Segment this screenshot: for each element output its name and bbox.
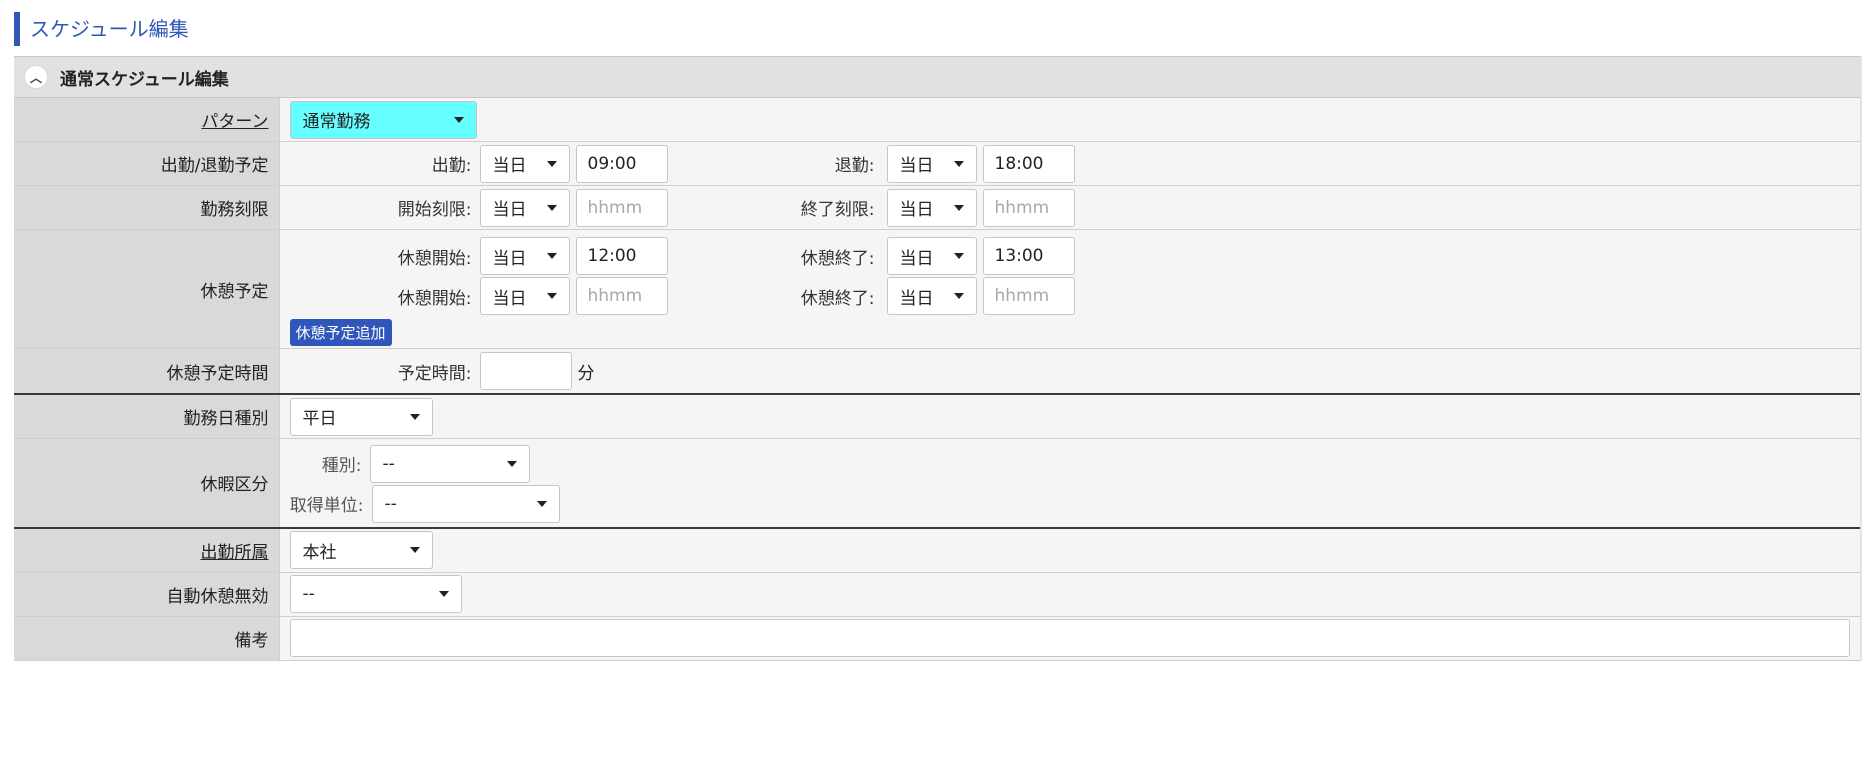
caret-down-icon — [953, 204, 964, 211]
leave-unit-select[interactable]: -- — [371, 484, 560, 523]
leave-unit-caption: 取得単位: — [289, 496, 364, 517]
commute-label: 出勤/退勤予定 — [14, 141, 280, 186]
start-time-input[interactable]: 09:00 — [575, 144, 668, 183]
caret-down-icon — [953, 160, 964, 167]
leave-label: 休暇区分 — [14, 438, 280, 529]
start-day-value: 当日 — [492, 156, 527, 176]
end-day-select[interactable]: 当日 — [886, 144, 977, 183]
break-time-input[interactable] — [479, 352, 572, 390]
break-start-day-value: 当日 — [492, 248, 527, 269]
auto-break-value: -- — [302, 584, 315, 604]
start-caption: 出勤: — [431, 156, 472, 176]
end-day-value: 当日 — [899, 156, 934, 176]
leave-type-value: -- — [382, 453, 395, 474]
auto-break-select[interactable]: -- — [289, 575, 462, 613]
break-start-day-select[interactable]: 当日 — [479, 277, 570, 315]
work-day-type-value: 平日 — [302, 409, 337, 429]
office-link[interactable]: 出勤所属 — [201, 543, 269, 563]
office-value: 本社 — [302, 542, 337, 563]
add-break-button[interactable]: 休憩予定追加 — [289, 318, 392, 346]
limit-end-time-input[interactable]: hhmm — [982, 188, 1075, 227]
break-end-day-select[interactable]: 当日 — [886, 277, 977, 315]
start-day-select[interactable]: 当日 — [479, 144, 570, 183]
remarks-input[interactable] — [289, 619, 1850, 657]
limit-end-caption: 終了刻限: — [800, 200, 875, 220]
break-end-time-input[interactable]: 13:00 — [982, 237, 1075, 275]
caret-down-icon — [953, 293, 964, 299]
break-plan-row: 休憩予定 休憩開始: 当日 12:00 休憩終了: 当日 13:00 休憩開始:… — [14, 229, 1860, 349]
caret-down-icon — [546, 293, 557, 299]
end-time-input[interactable]: 18:00 — [982, 144, 1075, 183]
auto-break-label: 自動休憩無効 — [14, 572, 280, 617]
caret-down-icon — [438, 591, 449, 597]
break-time-label: 休憩予定時間 — [14, 348, 280, 395]
leave-type-caption: 種別: — [321, 456, 362, 477]
work-day-type-row: 勤務日種別 平日 — [14, 394, 1860, 439]
break-end-caption: 休憩終了: — [800, 248, 875, 269]
leave-unit-value: -- — [384, 493, 397, 514]
office-select[interactable]: 本社 — [289, 531, 433, 569]
remarks-label: 備考 — [14, 616, 280, 661]
break-start-day-value: 当日 — [492, 288, 527, 309]
pattern-link[interactable]: パターン — [201, 112, 268, 132]
remarks-row: 備考 — [14, 616, 1860, 661]
section-header[interactable]: ︿ 通常スケジュール編集 — [14, 56, 1860, 98]
break-start-time-input[interactable]: 12:00 — [575, 237, 668, 275]
minutes-unit: 分 — [577, 363, 595, 384]
caret-down-icon — [546, 160, 557, 167]
caret-down-icon — [546, 253, 557, 259]
pattern-row: パターン 通常勤務 — [14, 98, 1860, 142]
commute-row: 出勤/退勤予定 出勤: 当日 09:00 退勤: 当日 18:00 — [14, 141, 1860, 186]
page-title: スケジュール編集 — [14, 12, 189, 46]
pattern-select-value: 通常勤務 — [302, 112, 371, 132]
break-plan-label: 休憩予定 — [14, 229, 280, 349]
office-row: 出勤所属 本社 — [14, 527, 1860, 573]
limit-start-day-value: 当日 — [492, 200, 527, 220]
break-start-day-select[interactable]: 当日 — [479, 237, 570, 275]
caret-down-icon — [506, 460, 517, 467]
break-start-time-input[interactable]: hhmm — [575, 277, 668, 315]
break-end-day-value: 当日 — [899, 248, 934, 269]
break-end-caption: 休憩終了: — [800, 288, 875, 309]
break-end-day-value: 当日 — [899, 288, 934, 309]
limit-start-day-select[interactable]: 当日 — [479, 188, 570, 227]
caret-down-icon — [409, 413, 420, 420]
work-limit-row: 勤務刻限 開始刻限: 当日 hhmm 終了刻限: 当日 hhmm — [14, 185, 1860, 230]
break-time-row: 休憩予定時間 予定時間: 分 — [14, 348, 1860, 395]
caret-down-icon — [953, 253, 964, 259]
break-end-time-input[interactable]: hhmm — [982, 277, 1075, 315]
end-caption: 退勤: — [834, 156, 875, 176]
break-start-caption: 休憩開始: — [397, 288, 472, 309]
limit-end-day-select[interactable]: 当日 — [886, 188, 977, 227]
section-title: 通常スケジュール編集 — [60, 69, 229, 90]
break-end-day-select[interactable]: 当日 — [886, 237, 977, 275]
break-time-caption: 予定時間: — [397, 363, 472, 384]
caret-down-icon — [546, 204, 557, 211]
break-start-caption: 休憩開始: — [397, 248, 472, 269]
caret-down-icon — [453, 116, 464, 123]
work-day-type-label: 勤務日種別 — [14, 394, 280, 439]
schedule-form: パターン 通常勤務 出勤/退勤予定 出勤: 当日 09:00 退勤: 当日 18… — [14, 98, 1860, 661]
chevron-up-icon[interactable]: ︿ — [24, 65, 48, 89]
leave-type-select[interactable]: -- — [369, 444, 530, 483]
leave-row: 休暇区分 種別: -- 取得単位: -- — [14, 438, 1860, 529]
auto-break-row: 自動休憩無効 -- — [14, 572, 1860, 617]
limit-end-day-value: 当日 — [899, 200, 934, 220]
work-day-type-select[interactable]: 平日 — [289, 397, 433, 436]
pattern-select[interactable]: 通常勤務 — [289, 100, 477, 139]
limit-start-time-input[interactable]: hhmm — [575, 188, 668, 227]
caret-down-icon — [536, 500, 547, 507]
schedule-edit-panel: ︿ 通常スケジュール編集 パターン 通常勤務 出勤/退勤予定 出勤: 当日 09… — [14, 56, 1862, 661]
caret-down-icon — [409, 547, 420, 553]
work-limit-label: 勤務刻限 — [14, 185, 280, 230]
limit-start-caption: 開始刻限: — [397, 200, 472, 220]
